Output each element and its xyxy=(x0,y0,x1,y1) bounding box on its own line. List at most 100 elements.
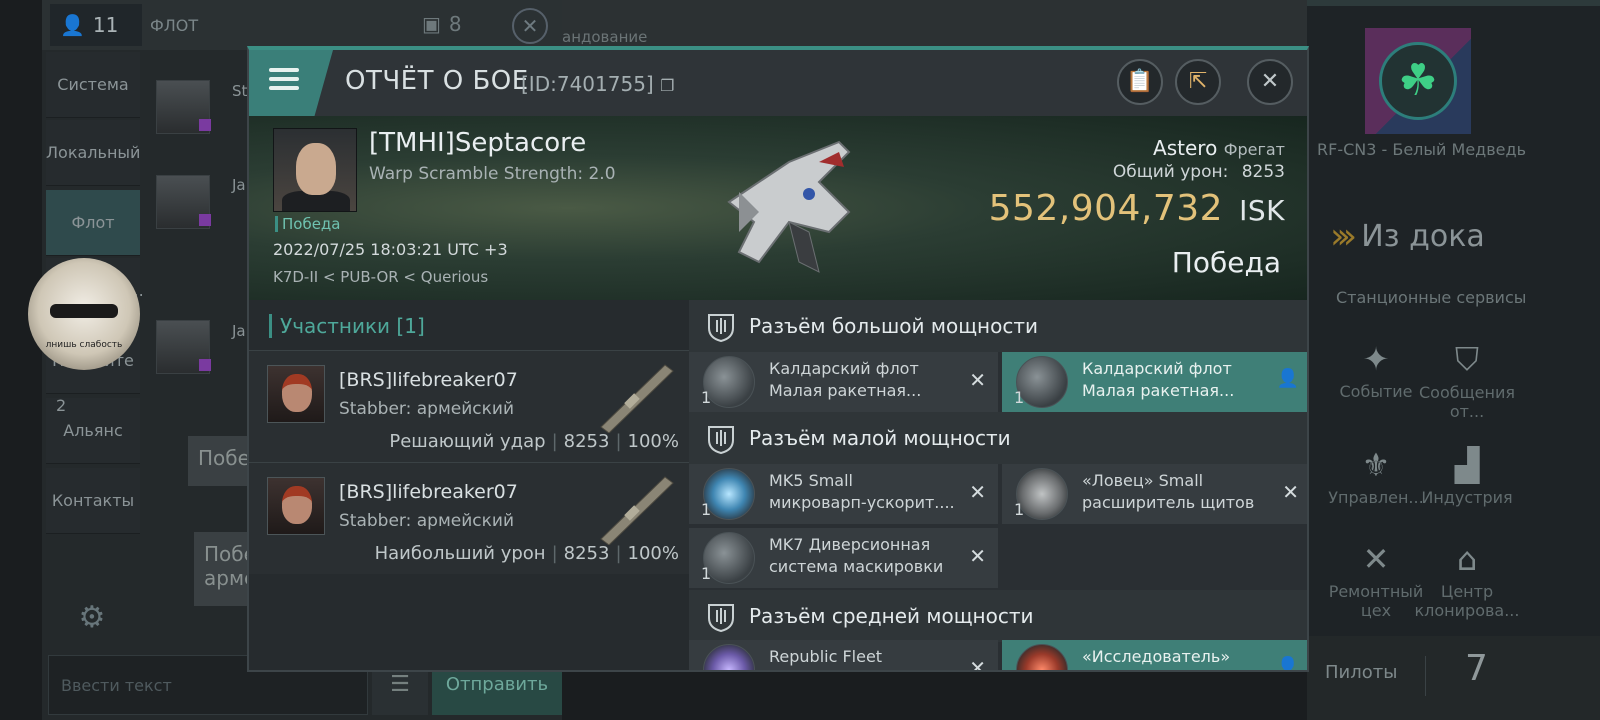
chat-title: ФЛОТ xyxy=(150,16,199,35)
close-chat-button[interactable]: ✕ xyxy=(512,8,548,44)
participant-portrait[interactable] xyxy=(267,477,325,535)
menu-button[interactable] xyxy=(249,50,333,116)
nav-contacts[interactable]: Контакты xyxy=(46,468,140,534)
station-command-bar: андование xyxy=(562,0,1307,50)
victim-banner: [TMHI]Septacore Warp Scramble Strength: … xyxy=(249,116,1307,300)
chevrons-icon: ››› xyxy=(1330,216,1357,257)
service-industry[interactable]: ▟ Индустрия xyxy=(1412,446,1522,507)
shield-icon xyxy=(708,426,734,454)
participant-ship: Stabber: армейский xyxy=(339,511,514,531)
pilot-name: Ja xyxy=(232,322,246,340)
clipboard-button[interactable]: 📋 xyxy=(1117,59,1163,105)
pilot-name: Ja xyxy=(232,176,246,194)
nav-local[interactable]: Локальный xyxy=(46,120,140,186)
pilot-portrait[interactable] xyxy=(156,80,211,134)
station-services-title: Станционные сервисы xyxy=(1336,288,1527,307)
messages-icon: ⛉ xyxy=(1454,340,1479,378)
module-item[interactable]: 1 «Ловец» Small расширитель щитов ✕ xyxy=(1002,464,1307,524)
corp-emblem[interactable]: ☘ xyxy=(1365,28,1471,134)
destroyed-icon: ✕ xyxy=(969,368,986,392)
module-icon xyxy=(703,644,755,670)
destroyed-icon: ✕ xyxy=(969,544,986,568)
participant-row[interactable]: [BRS]lifebreaker07 Stabber: армейский На… xyxy=(249,462,689,574)
ship-image[interactable] xyxy=(699,122,869,292)
share-icon: ⇱ xyxy=(1188,69,1208,94)
report-id[interactable]: [ID:7401755] ❐ xyxy=(521,72,674,96)
result-label: Победа xyxy=(1171,246,1281,279)
fleet-chat-header: 👤 11 ФЛОТ ▣ 8 ✕ xyxy=(42,0,562,50)
pilot-portrait[interactable] xyxy=(156,320,211,374)
chat-message: Побе арме xyxy=(194,532,256,606)
module-icon xyxy=(1016,644,1068,670)
participants-panel: Участники [1] [BRS]lifebreaker07 Stabber… xyxy=(249,300,689,670)
pilots-count: 7 xyxy=(1465,648,1488,689)
destroyed-icon: ✕ xyxy=(969,480,986,504)
participant-portrait[interactable] xyxy=(267,365,325,423)
result-tag: Победа xyxy=(275,216,341,232)
alliance-badge: 2 xyxy=(56,396,67,415)
industry-icon: ▟ xyxy=(1454,446,1480,484)
participant-name: [BRS]lifebreaker07 xyxy=(339,369,518,391)
victim-portrait[interactable] xyxy=(273,128,357,212)
service-messages[interactable]: ⛉ Сообщения от... xyxy=(1412,340,1522,421)
avatar-glasses xyxy=(50,304,118,318)
command-label: андование xyxy=(562,28,648,46)
dropped-icon: 👤 xyxy=(1276,368,1299,389)
close-icon: ✕ xyxy=(1260,69,1280,94)
participant-row[interactable]: [BRS]lifebreaker07 Stabber: армейский Ре… xyxy=(249,350,689,462)
module-item[interactable]: 1 MK7 Диверсионная система маскировки ✕ xyxy=(689,528,998,588)
kill-location[interactable]: K7D-II < PUB-OR < Querious xyxy=(273,268,488,286)
destroyed-icon: ✕ xyxy=(1282,480,1299,504)
dropped-icon: 👤 xyxy=(1276,656,1299,672)
participant-ship: Stabber: армейский xyxy=(339,399,514,419)
mid-slot-header: Разъём средней мощности xyxy=(689,590,1307,642)
destroyed-icon: ✕ xyxy=(969,656,986,672)
share-button[interactable]: ⇱ xyxy=(1175,59,1221,105)
clover-icon: ☘ xyxy=(1379,42,1457,120)
person-icon: 👤 xyxy=(60,13,85,37)
total-damage: Общий урон: 8253 xyxy=(1112,162,1285,182)
module-item[interactable]: 1 «Исследователь» 👤 xyxy=(1002,640,1307,672)
module-item[interactable]: 1 Republic Fleet ✕ xyxy=(689,640,998,672)
corp-name: RF-CN3 - Белый Медведь xyxy=(1317,140,1526,159)
clone-icon: ⌂ xyxy=(1456,540,1478,578)
ship-class: Фрегат xyxy=(1223,140,1285,159)
avatar[interactable]: лнишь слабость xyxy=(28,258,140,370)
nav-system[interactable]: Система xyxy=(46,52,140,118)
isk-value: 552,904,732 ISK xyxy=(988,188,1285,229)
copy-icon[interactable]: ❐ xyxy=(660,76,674,95)
module-item[interactable]: 1 MK5 Small микроварп-ускорит.... ✕ xyxy=(689,464,998,524)
shield-icon xyxy=(708,604,734,632)
module-item[interactable]: 1 Калдарский флот Малая ракетная... 👤 xyxy=(1002,352,1307,412)
participants-title: Участники [1] xyxy=(269,314,425,338)
victim-name[interactable]: [TMHI]Septacore xyxy=(369,128,586,158)
pilots-label: Пилоты xyxy=(1325,662,1398,683)
list-icon: ▣ xyxy=(422,12,441,36)
gear-icon[interactable]: ⚙ xyxy=(72,600,112,640)
pilot-name: St xyxy=(232,82,248,100)
ships-count: ▣ 8 xyxy=(422,12,462,36)
module-item[interactable]: 1 Калдарский флот Малая ракетная... ✕ xyxy=(689,352,998,412)
hamburger-icon xyxy=(269,68,299,95)
weapon-icon xyxy=(600,364,674,433)
participant-stats: Наибольший урон | 8253 | 100% xyxy=(374,543,679,564)
clipboard-icon: 📋 xyxy=(1126,69,1154,94)
weapon-icon xyxy=(600,476,674,545)
service-clone[interactable]: ⌂ Центр клонирова... xyxy=(1412,540,1522,620)
participant-name: [BRS]lifebreaker07 xyxy=(339,481,518,503)
undock-button[interactable]: ››› Из дока xyxy=(1330,216,1485,257)
shield-icon xyxy=(708,314,734,342)
nav-fleet[interactable]: Флот xyxy=(46,190,140,256)
pilot-portrait[interactable] xyxy=(156,175,211,229)
pilots-bar[interactable]: Пилоты 7 xyxy=(1307,636,1600,720)
close-button[interactable]: ✕ xyxy=(1247,59,1293,105)
member-count: 👤 11 xyxy=(50,4,142,46)
low-slot-header: Разъём малой мощности xyxy=(689,412,1307,464)
ship-name[interactable]: Astero Фрегат xyxy=(1153,136,1285,160)
participant-stats: Решающий удар | 8253 | 100% xyxy=(389,431,679,452)
high-slot-header: Разъём большой мощности xyxy=(689,300,1307,352)
avatar-caption: лнишь слабость xyxy=(45,340,123,350)
modal-header: ОТЧЁТ О БОЕ [ID:7401755] ❐ 📋 ⇱ ✕ xyxy=(249,50,1307,116)
victim-subtitle: Warp Scramble Strength: 2.0 xyxy=(369,164,616,184)
fittings-panel: Разъём большой мощности 1 Калдарский фло… xyxy=(689,300,1307,672)
